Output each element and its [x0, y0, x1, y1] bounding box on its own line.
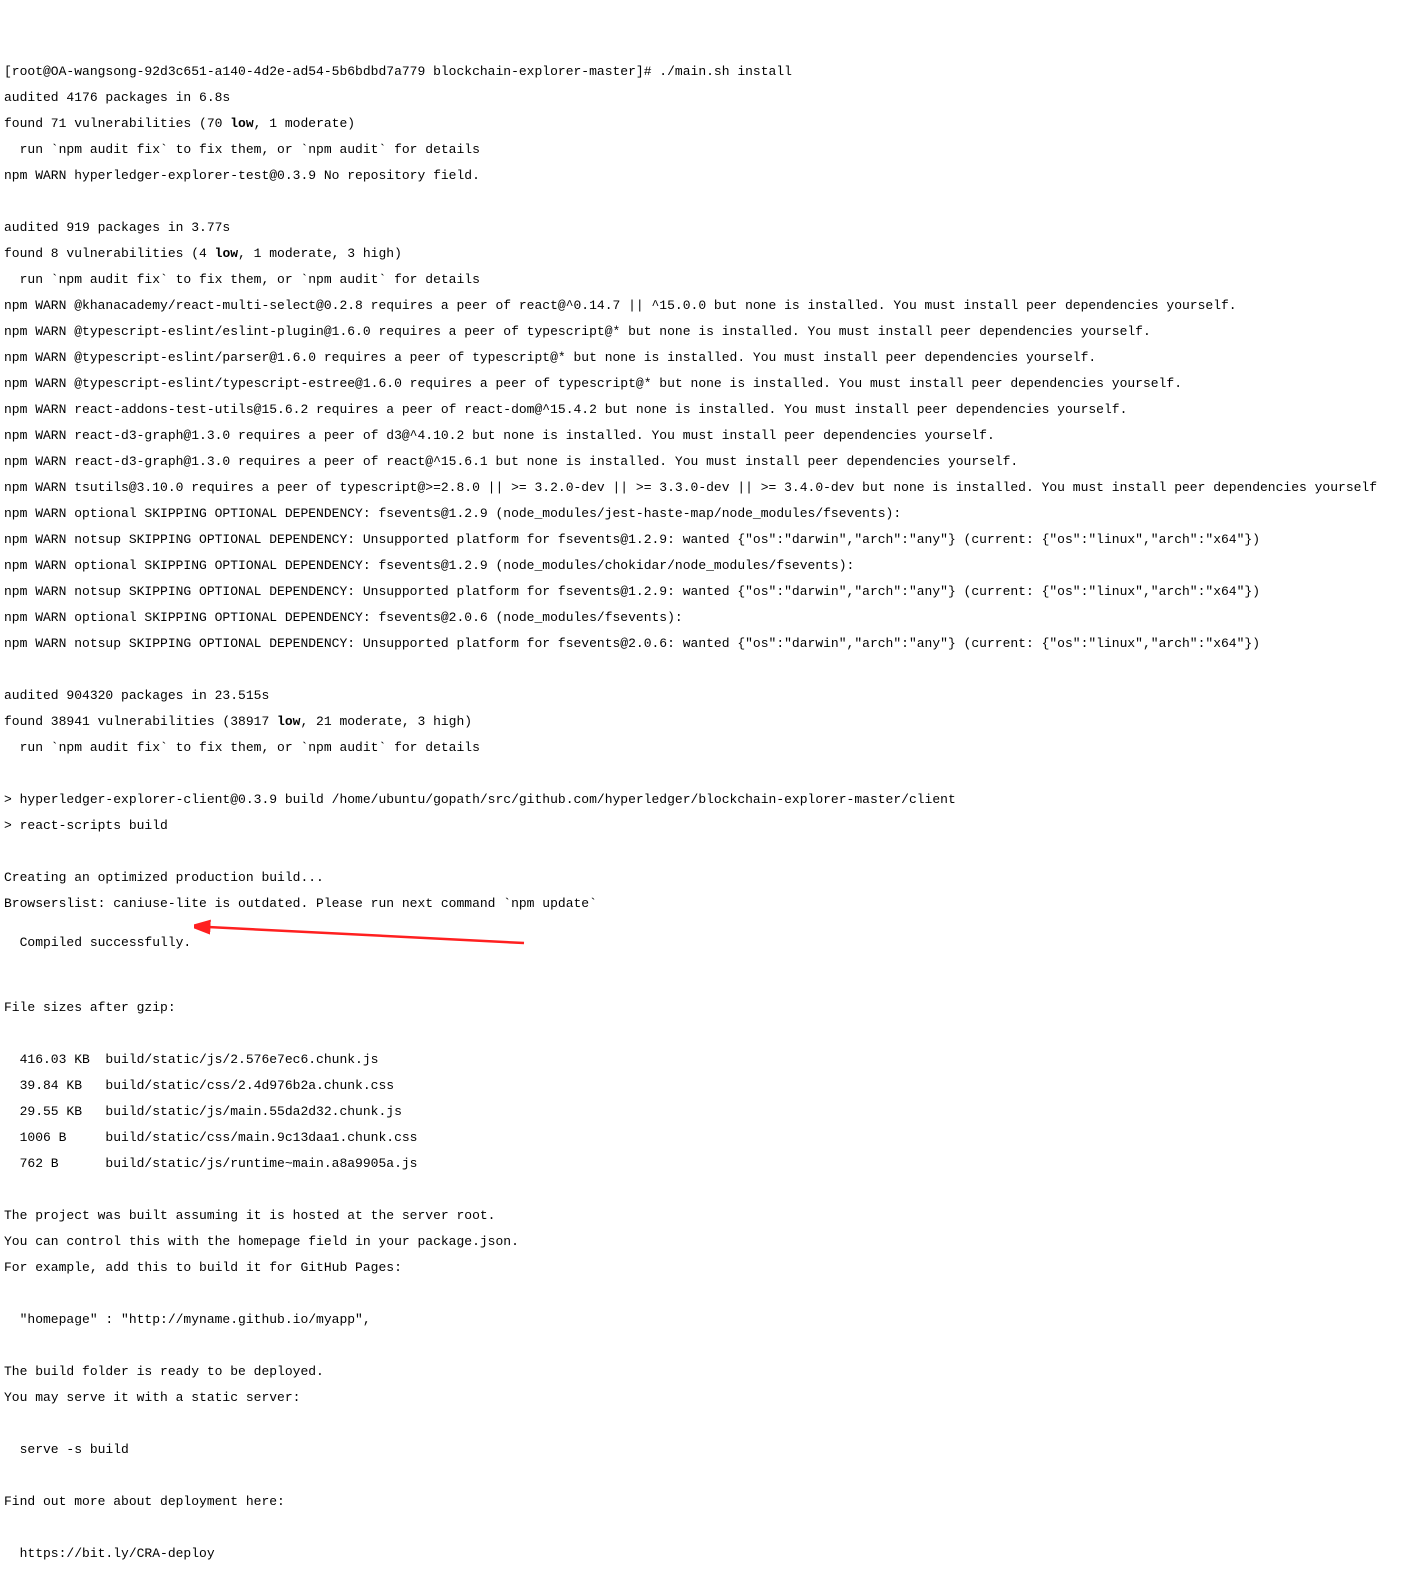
term-line — [4, 1417, 1410, 1430]
term-line: npm WARN notsup SKIPPING OPTIONAL DEPEND… — [4, 533, 1410, 546]
term-line: run `npm audit fix` to fix them, or `npm… — [4, 741, 1410, 754]
term-line: File sizes after gzip: — [4, 1001, 1410, 1014]
term-line: 762 B build/static/js/runtime~main.a8a99… — [4, 1157, 1410, 1170]
term-line — [4, 1183, 1410, 1196]
term-line — [4, 663, 1410, 676]
term-line: "homepage" : "http://myname.github.io/my… — [4, 1313, 1410, 1326]
term-line: npm WARN react-d3-graph@1.3.0 requires a… — [4, 429, 1410, 442]
term-line: Creating an optimized production build..… — [4, 871, 1410, 884]
term-line: npm WARN @typescript-eslint/eslint-plugi… — [4, 325, 1410, 338]
term-line: found 38941 vulnerabilities (38917 low, … — [4, 715, 1410, 728]
term-line: https://bit.ly/CRA-deploy — [4, 1547, 1410, 1560]
term-line: found 71 vulnerabilities (70 low, 1 mode… — [4, 117, 1410, 130]
term-line — [4, 1027, 1410, 1040]
term-line: npm WARN optional SKIPPING OPTIONAL DEPE… — [4, 559, 1410, 572]
term-line: > hyperledger-explorer-client@0.3.9 buil… — [4, 793, 1410, 806]
term-line: npm WARN optional SKIPPING OPTIONAL DEPE… — [4, 611, 1410, 624]
term-line: audited 4176 packages in 6.8s — [4, 91, 1410, 104]
term-line: The project was built assuming it is hos… — [4, 1209, 1410, 1222]
term-line: audited 904320 packages in 23.515s — [4, 689, 1410, 702]
term-line — [4, 845, 1410, 858]
severity-low: low — [277, 714, 300, 729]
term-line: > react-scripts build — [4, 819, 1410, 832]
term-line: npm WARN @khanacademy/react-multi-select… — [4, 299, 1410, 312]
term-line: run `npm audit fix` to fix them, or `npm… — [4, 143, 1410, 156]
term-line: npm WARN react-addons-test-utils@15.6.2 … — [4, 403, 1410, 416]
term-line: Browserslist: caniuse-lite is outdated. … — [4, 897, 1410, 910]
term-line: npm WARN notsup SKIPPING OPTIONAL DEPEND… — [4, 637, 1410, 650]
term-line: run `npm audit fix` to fix them, or `npm… — [4, 273, 1410, 286]
severity-low: low — [215, 246, 238, 261]
term-line: You may serve it with a static server: — [4, 1391, 1410, 1404]
term-line: 29.55 KB build/static/js/main.55da2d32.c… — [4, 1105, 1410, 1118]
term-line: 416.03 KB build/static/js/2.576e7ec6.chu… — [4, 1053, 1410, 1066]
term-line — [4, 975, 1410, 988]
term-line: serve -s build — [4, 1443, 1410, 1456]
term-line: You can control this with the homepage f… — [4, 1235, 1410, 1248]
term-line — [4, 767, 1410, 780]
term-line: [root@OA-wangsong-92d3c651-a140-4d2e-ad5… — [4, 65, 1410, 78]
term-line: 39.84 KB build/static/css/2.4d976b2a.chu… — [4, 1079, 1410, 1092]
compiled-line-wrap: Compiled successfully. — [4, 923, 1410, 962]
term-line: npm WARN optional SKIPPING OPTIONAL DEPE… — [4, 507, 1410, 520]
term-line — [4, 1287, 1410, 1300]
term-line: npm WARN @typescript-eslint/parser@1.6.0… — [4, 351, 1410, 364]
term-line — [4, 1469, 1410, 1482]
term-line: audited 919 packages in 3.77s — [4, 221, 1410, 234]
term-line — [4, 1339, 1410, 1352]
compiled-successfully: Compiled successfully. — [20, 935, 192, 950]
severity-low: low — [230, 116, 253, 131]
term-line: npm WARN tsutils@3.10.0 requires a peer … — [4, 481, 1410, 494]
annotation-arrow-icon — [194, 917, 544, 957]
term-line — [4, 195, 1410, 208]
term-line: npm WARN hyperledger-explorer-test@0.3.9… — [4, 169, 1410, 182]
terminal-output: [root@OA-wangsong-92d3c651-a140-4d2e-ad5… — [4, 52, 1410, 1570]
term-line: npm WARN notsup SKIPPING OPTIONAL DEPEND… — [4, 585, 1410, 598]
term-line: npm WARN @typescript-eslint/typescript-e… — [4, 377, 1410, 390]
term-line — [4, 1521, 1410, 1534]
term-line: 1006 B build/static/css/main.9c13daa1.ch… — [4, 1131, 1410, 1144]
term-line: Find out more about deployment here: — [4, 1495, 1410, 1508]
term-line: found 8 vulnerabilities (4 low, 1 modera… — [4, 247, 1410, 260]
term-line: For example, add this to build it for Gi… — [4, 1261, 1410, 1274]
term-line: The build folder is ready to be deployed… — [4, 1365, 1410, 1378]
term-line: npm WARN react-d3-graph@1.3.0 requires a… — [4, 455, 1410, 468]
